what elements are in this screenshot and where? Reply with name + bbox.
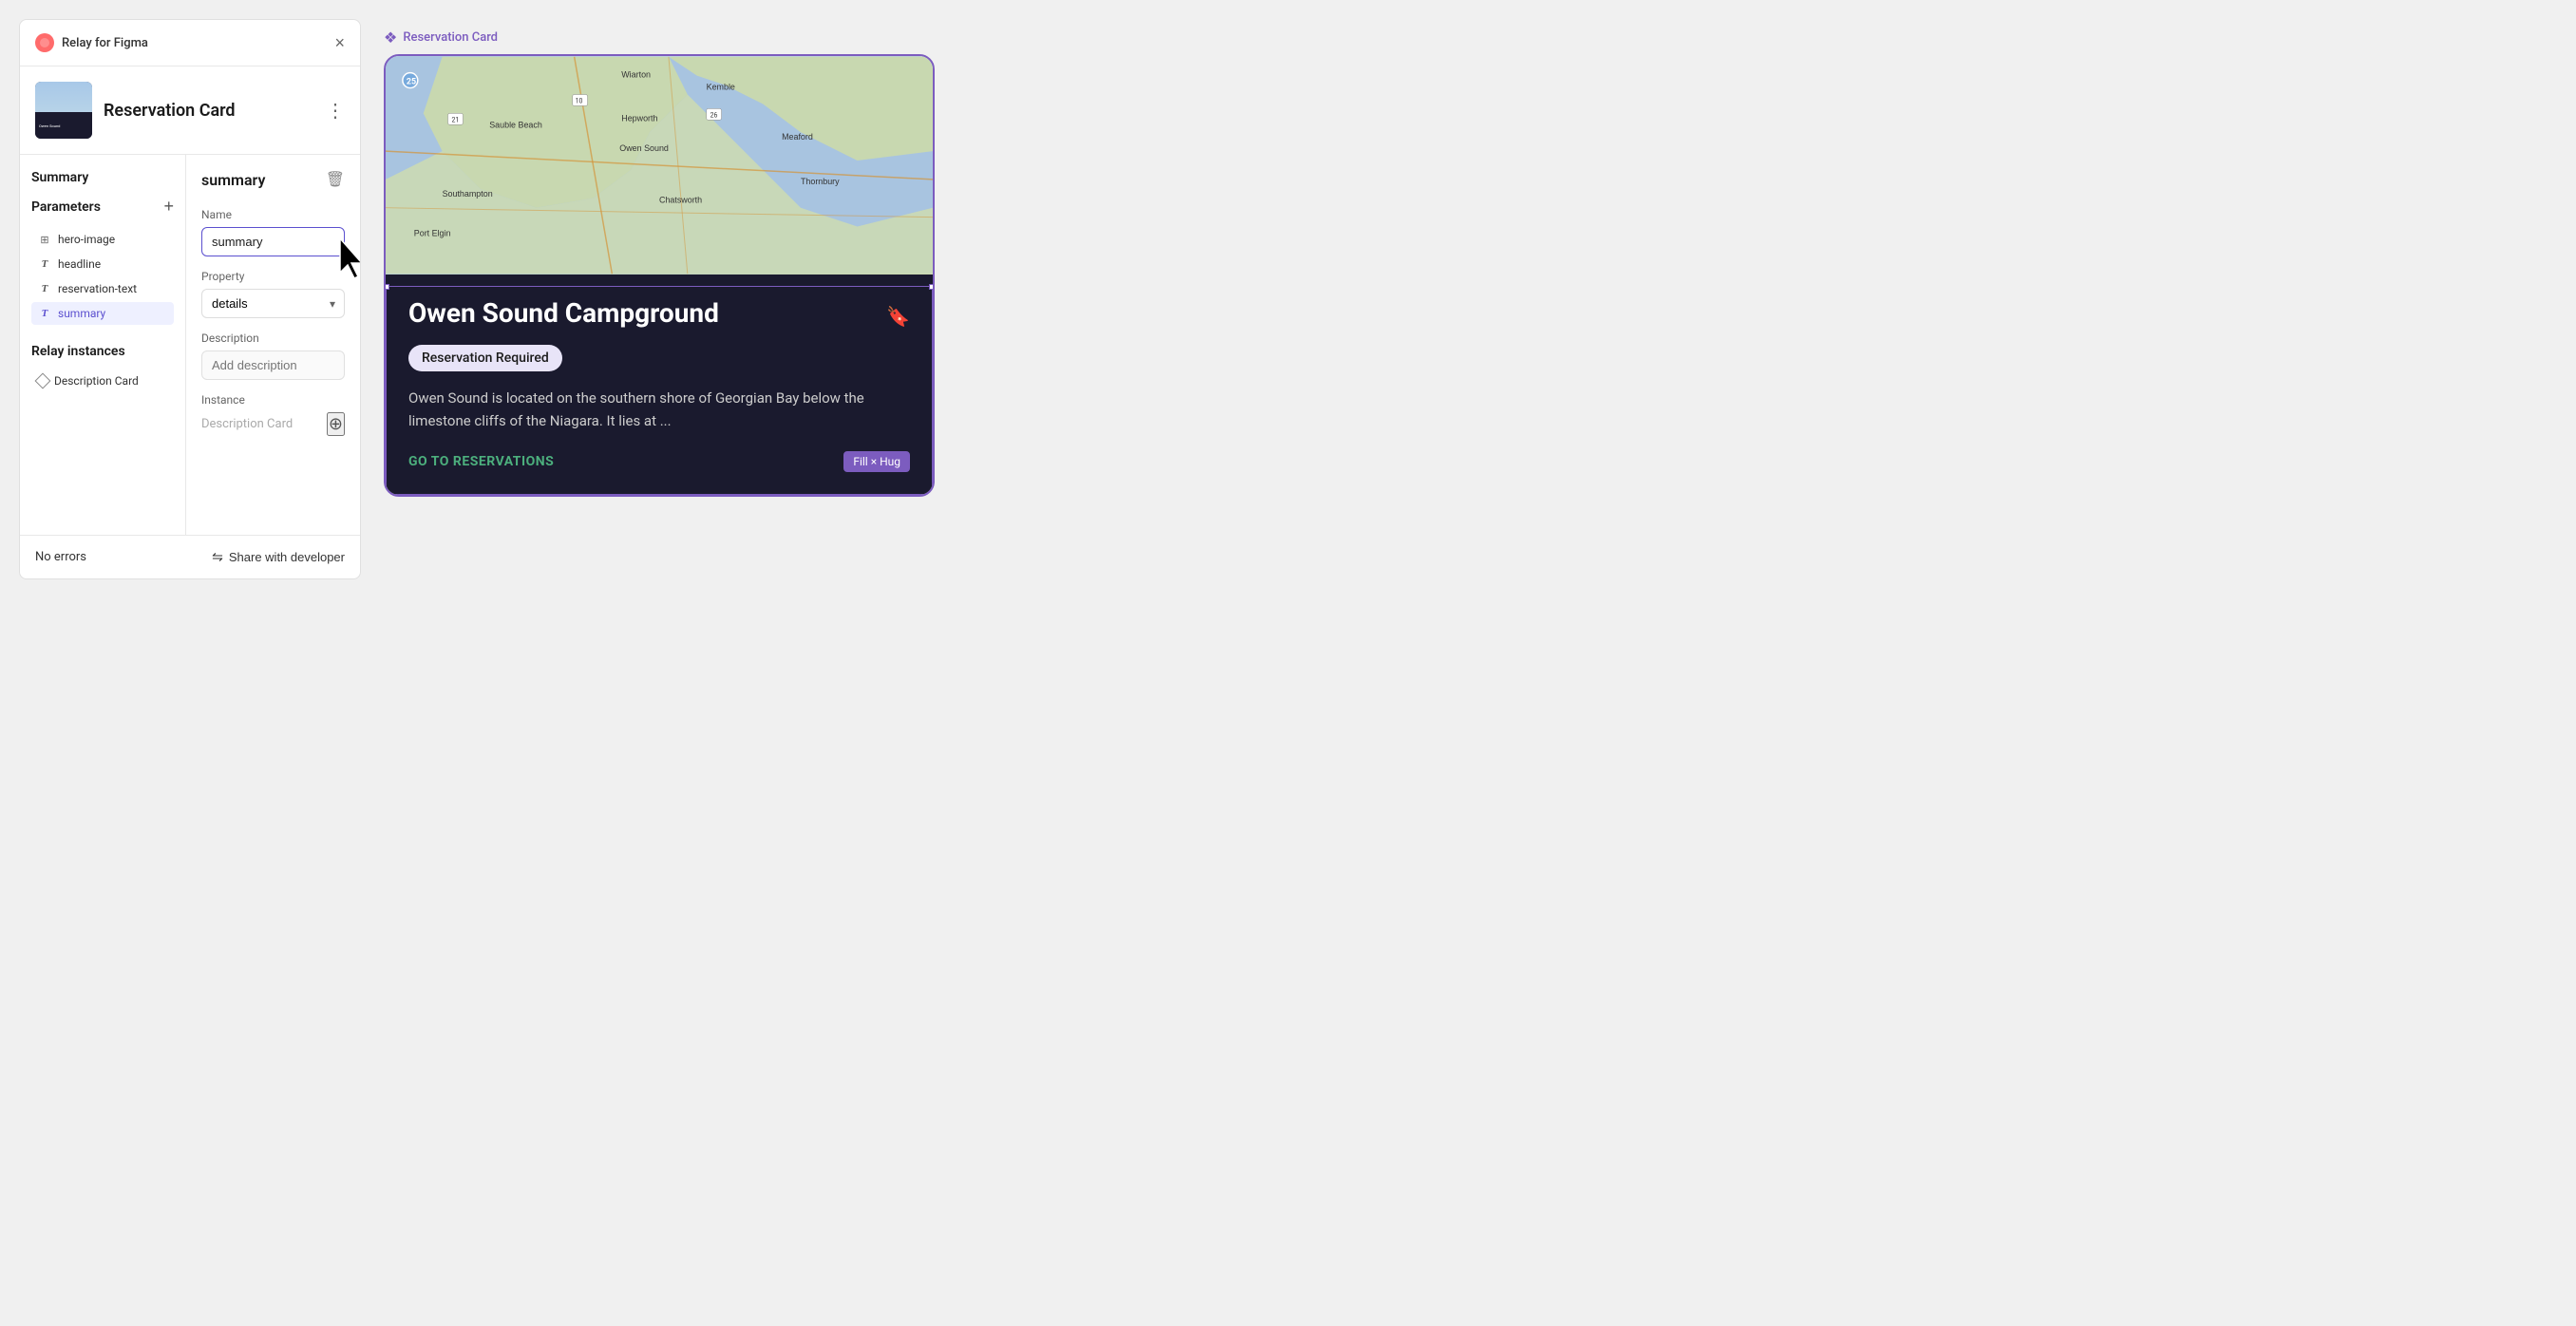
relay-icon-inner: [40, 38, 49, 47]
right-column-header: summary 🗑: [201, 170, 345, 189]
card-title: Owen Sound Campground: [408, 297, 719, 330]
no-errors-label: No errors: [35, 550, 86, 564]
fill-hug-badge: Fill × Hug: [843, 451, 910, 472]
instance-form-row: Instance Description Card ⊕: [201, 393, 345, 436]
param-label-headline: headline: [58, 257, 101, 271]
svg-text:Wiarton: Wiarton: [621, 70, 651, 80]
card-content: Owen Sound Campground 🔖 Reservation Requ…: [386, 275, 933, 495]
svg-text:21: 21: [452, 116, 460, 123]
svg-text:Meaford: Meaford: [782, 132, 813, 142]
card-badges: Reservation Required: [408, 345, 910, 371]
delete-button[interactable]: 🗑: [326, 170, 345, 189]
thumbnail-map: [35, 82, 92, 115]
svg-text:26: 26: [710, 111, 718, 119]
component-thumbnail: Owen Sound: [35, 82, 92, 139]
component-header: Owen Sound Reservation Card ⋮: [20, 66, 360, 155]
param-item-reservation-text[interactable]: T reservation-text: [31, 277, 174, 300]
diamond-icon: [35, 373, 51, 389]
inner-handle-tr: [929, 284, 935, 290]
param-item-headline[interactable]: T headline: [31, 253, 174, 275]
add-parameter-button[interactable]: +: [163, 197, 174, 217]
app-title: Relay for Figma: [62, 36, 148, 50]
bookmark-icon: 🔖: [886, 305, 910, 328]
property-select-wrapper: details summary text value ▾: [201, 289, 345, 318]
component-header-left: Owen Sound Reservation Card: [35, 82, 236, 139]
panel-footer: No errors ⇋ Share with developer: [20, 535, 360, 578]
panel-header-left: Relay for Figma: [35, 33, 148, 52]
property-select[interactable]: details summary text value: [201, 289, 345, 318]
text-param-icon-headline: T: [37, 256, 52, 272]
svg-text:Chatsworth: Chatsworth: [659, 196, 702, 205]
card-content-top: Owen Sound Campground 🔖: [408, 297, 910, 330]
summary-section-title: Summary: [31, 170, 174, 185]
description-input[interactable]: [201, 350, 345, 380]
property-label: Property: [201, 270, 345, 283]
svg-text:Southampton: Southampton: [443, 189, 493, 199]
inner-handle-tl: [384, 284, 389, 290]
svg-text:25: 25: [407, 78, 416, 87]
reservation-card: 25 Wiarton Kemble Sauble Beach Hepworth …: [384, 54, 935, 497]
param-label-summary: summary: [58, 307, 105, 320]
relay-instances-label: Relay instances: [31, 344, 174, 359]
map-image: 25 Wiarton Kemble Sauble Beach Hepworth …: [386, 56, 933, 275]
more-options-button[interactable]: ⋮: [326, 99, 345, 123]
relay-instances-section: Relay instances Description Card: [31, 344, 174, 391]
name-input-wrapper: [201, 227, 345, 256]
parameters-list: ⊞ hero-image T headline T reservation-te…: [31, 228, 174, 325]
text-param-icon-reservation: T: [37, 281, 52, 296]
figma-component-icon: ❖: [384, 28, 397, 47]
svg-text:Thornbury: Thornbury: [801, 177, 840, 186]
card-description: Owen Sound is located on the southern sh…: [408, 387, 910, 432]
share-icon: ⇋: [212, 549, 223, 565]
panel-header: Relay for Figma ×: [20, 20, 360, 66]
param-label-reservation-text: reservation-text: [58, 282, 137, 295]
panel-body: Summary Parameters + ⊞ hero-image T head…: [20, 155, 360, 535]
share-button[interactable]: ⇋ Share with developer: [212, 549, 345, 565]
param-label-hero-image: hero-image: [58, 233, 115, 246]
component-name: Reservation Card: [104, 101, 236, 121]
left-column: Summary Parameters + ⊞ hero-image T head…: [20, 155, 186, 535]
thumbnail-dark: Owen Sound: [35, 112, 92, 139]
svg-text:Owen Sound: Owen Sound: [619, 143, 669, 153]
param-item-summary[interactable]: T summary: [31, 302, 174, 325]
instance-label: Instance: [201, 393, 345, 407]
name-input[interactable]: [201, 227, 345, 256]
relay-label-description-card: Description Card: [54, 374, 139, 388]
parameters-section-header: Parameters +: [31, 197, 174, 217]
right-panel: ❖ Reservation Card: [384, 19, 2557, 497]
thumbnail-text: Owen Sound: [39, 123, 60, 128]
share-label: Share with developer: [229, 550, 345, 564]
relay-item-description-card[interactable]: Description Card: [31, 370, 174, 391]
description-form-row: Description: [201, 332, 345, 380]
relay-icon: [35, 33, 54, 52]
svg-text:Sauble Beach: Sauble Beach: [489, 120, 542, 129]
map-svg: 25 Wiarton Kemble Sauble Beach Hepworth …: [386, 56, 933, 275]
parameters-label: Parameters: [31, 199, 101, 215]
inner-handle-br: [929, 491, 935, 497]
go-to-reservations-link[interactable]: GO TO RESERVATIONS: [408, 454, 554, 469]
close-button[interactable]: ×: [334, 34, 345, 51]
inner-handle-bl: [384, 491, 389, 497]
param-item-hero-image[interactable]: ⊞ hero-image: [31, 228, 174, 251]
reservation-required-badge: Reservation Required: [408, 345, 562, 371]
right-column: summary 🗑 Name Property: [186, 155, 360, 535]
svg-text:Port Elgin: Port Elgin: [414, 228, 451, 237]
svg-text:10: 10: [576, 97, 583, 104]
right-column-title: summary: [201, 171, 265, 189]
instance-value: Description Card: [201, 417, 293, 431]
left-panel: Relay for Figma × Owen Sound Reservation…: [19, 19, 361, 579]
instance-row: Description Card ⊕: [201, 412, 345, 436]
card-footer: GO TO RESERVATIONS Fill × Hug: [408, 451, 910, 472]
image-param-icon: ⊞: [37, 232, 52, 247]
property-form-row: Property details summary text value ▾: [201, 270, 345, 318]
name-form-row: Name: [201, 208, 345, 256]
svg-text:Hepworth: Hepworth: [621, 113, 657, 123]
name-label: Name: [201, 208, 345, 221]
target-icon-button[interactable]: ⊕: [327, 412, 345, 436]
component-label-text: Reservation Card: [403, 30, 498, 45]
svg-text:Kemble: Kemble: [707, 83, 735, 92]
text-param-icon-summary: T: [37, 306, 52, 321]
description-label: Description: [201, 332, 345, 345]
component-label: ❖ Reservation Card: [384, 28, 498, 47]
